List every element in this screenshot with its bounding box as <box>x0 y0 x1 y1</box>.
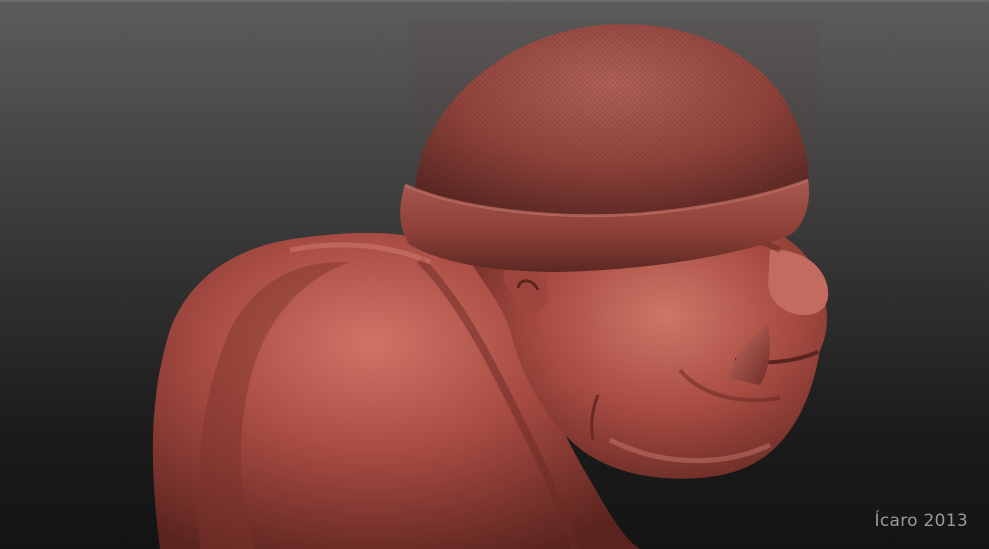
orc-sculpt-render <box>152 0 829 549</box>
artist-signature: Ícaro 2013 <box>874 511 968 531</box>
sculpt-viewport: Ícaro 2013 <box>0 0 989 549</box>
